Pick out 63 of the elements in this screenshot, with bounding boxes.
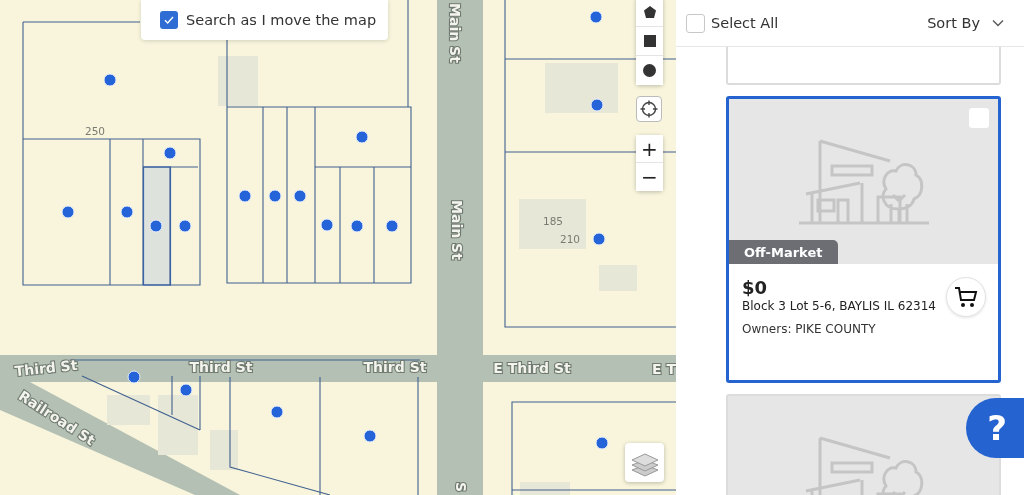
circle-tool-button[interactable] bbox=[636, 56, 663, 85]
street-label: Third St bbox=[363, 359, 427, 375]
parcel-number: 185 bbox=[543, 215, 563, 227]
property-marker[interactable] bbox=[590, 98, 604, 112]
square-icon bbox=[643, 35, 656, 47]
property-marker[interactable] bbox=[293, 189, 307, 203]
layers-button[interactable] bbox=[625, 443, 664, 482]
property-marker[interactable] bbox=[363, 429, 377, 443]
checkbox[interactable] bbox=[969, 108, 989, 128]
property-marker[interactable] bbox=[320, 218, 334, 232]
street-label: E Third St bbox=[493, 360, 571, 376]
street-label: Main St bbox=[449, 200, 465, 260]
building-footprint bbox=[218, 56, 258, 106]
chevron-down-icon bbox=[992, 19, 1004, 27]
street-label: Main St bbox=[447, 3, 463, 63]
property-marker[interactable] bbox=[179, 383, 193, 397]
street-label: Third St bbox=[189, 359, 253, 375]
listing-price: $0 bbox=[742, 277, 768, 299]
property-marker[interactable] bbox=[238, 189, 252, 203]
listing-owners: Owners: PIKE COUNTY bbox=[742, 322, 877, 337]
check-icon bbox=[163, 14, 175, 26]
property-marker[interactable] bbox=[103, 73, 117, 87]
property-marker[interactable] bbox=[127, 370, 141, 384]
circle-icon bbox=[643, 64, 656, 77]
select-all-checkbox[interactable]: Select All bbox=[686, 13, 779, 33]
listing-card[interactable]: Off-Market $0 Block 3 Lot 5-6, BAYLIS IL 62314 Owners: PIKE COUNTY bbox=[726, 96, 1001, 383]
pentagon-icon bbox=[642, 5, 657, 19]
property-marker[interactable] bbox=[595, 436, 609, 450]
building-footprint bbox=[158, 395, 198, 455]
zoom-out-button[interactable]: − bbox=[636, 163, 663, 191]
property-marker[interactable] bbox=[592, 232, 606, 246]
add-to-cart-button[interactable] bbox=[946, 277, 986, 317]
crosshair-icon bbox=[640, 100, 658, 118]
status-tag: Off-Market bbox=[729, 240, 839, 264]
house-placeholder-icon bbox=[797, 138, 930, 225]
parcel-number: 250 bbox=[85, 125, 105, 137]
listing-address: Block 3 Lot 5-6, BAYLIS IL 62314 bbox=[742, 299, 937, 314]
search-as-i-move-checkbox[interactable]: Search as I move the map bbox=[141, 0, 388, 40]
cart-icon bbox=[954, 286, 978, 308]
building-footprint bbox=[210, 430, 238, 470]
parcel-number: 210 bbox=[560, 233, 580, 245]
property-marker[interactable] bbox=[350, 219, 364, 233]
checkbox[interactable] bbox=[160, 11, 178, 29]
polygon-tool-button[interactable] bbox=[636, 0, 663, 27]
rectangle-tool-button[interactable] bbox=[636, 27, 663, 56]
locate-button[interactable] bbox=[636, 96, 662, 122]
sort-dropdown[interactable]: Sort By bbox=[927, 15, 1004, 31]
zoom-in-button[interactable]: + bbox=[636, 135, 663, 163]
property-marker[interactable] bbox=[163, 146, 177, 160]
property-marker[interactable] bbox=[149, 219, 163, 233]
property-marker[interactable] bbox=[178, 219, 192, 233]
street-label: Third St bbox=[13, 356, 79, 380]
checkbox[interactable] bbox=[686, 13, 705, 33]
street-label: E T bbox=[652, 361, 676, 377]
property-marker[interactable] bbox=[589, 10, 603, 24]
property-marker[interactable] bbox=[120, 205, 134, 219]
building-footprint bbox=[107, 395, 150, 425]
property-marker[interactable] bbox=[355, 130, 369, 144]
property-marker[interactable] bbox=[270, 405, 284, 419]
property-marker[interactable] bbox=[61, 205, 75, 219]
street-label: S bbox=[453, 481, 469, 493]
property-marker[interactable] bbox=[385, 219, 399, 233]
property-marker[interactable] bbox=[268, 189, 282, 203]
